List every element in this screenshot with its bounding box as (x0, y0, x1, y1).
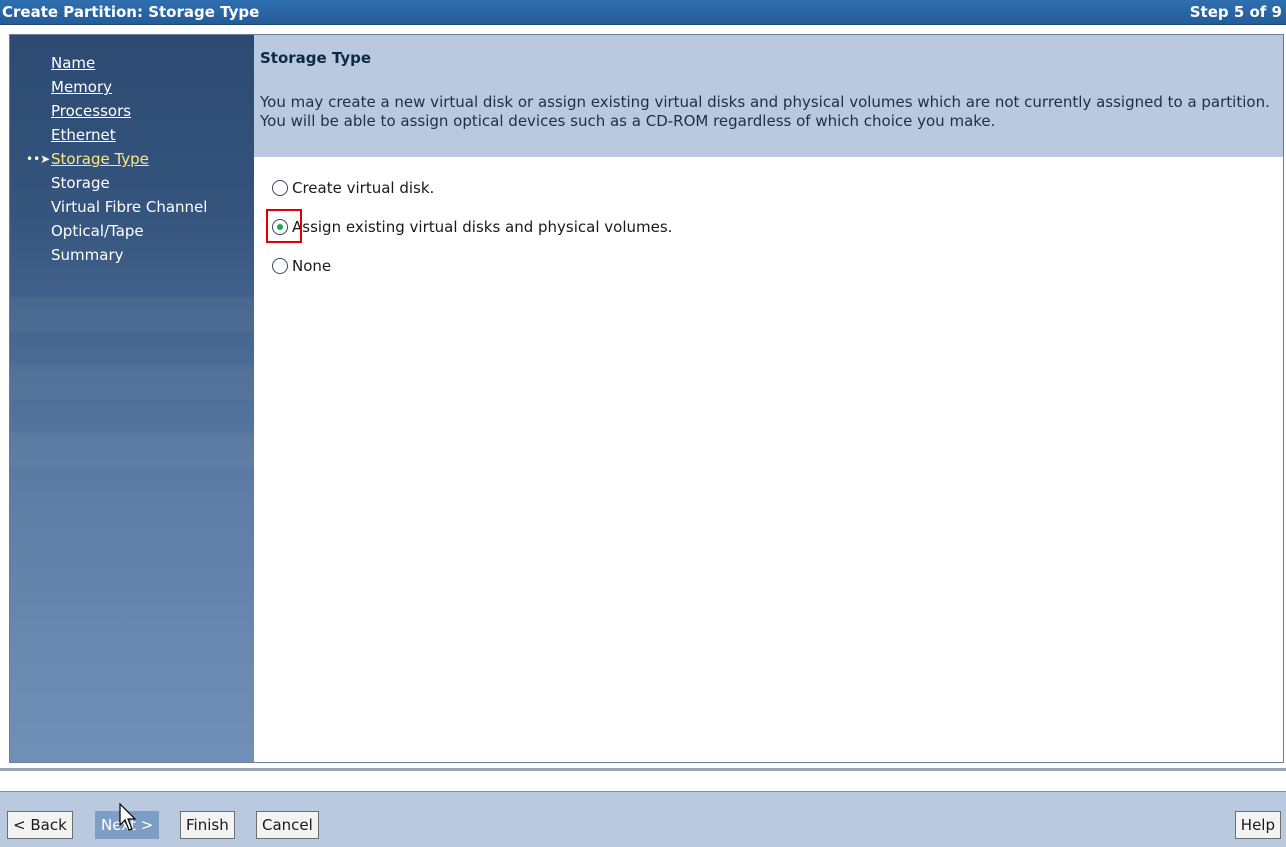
finish-button[interactable]: Finish (180, 811, 235, 839)
window-title: Create Partition: Storage Type (2, 3, 260, 21)
option-label[interactable]: Create virtual disk. (292, 179, 434, 197)
highlight-box (266, 209, 302, 243)
nav-link-processors[interactable]: Processors (51, 102, 131, 120)
radio-create-virtual-disk[interactable] (272, 180, 288, 196)
page-title: Storage Type (260, 49, 372, 67)
wizard-nav: Name Memory Processors Ethernet ••➤ Stor… (10, 35, 254, 762)
nav-item-name[interactable]: Name (10, 51, 207, 75)
page-description: You may create a new virtual disk or ass… (260, 93, 1270, 130)
help-button[interactable]: Help (1234, 811, 1281, 839)
nav-item-storage: Storage (10, 171, 207, 195)
wizard-frame: Name Memory Processors Ethernet ••➤ Stor… (9, 34, 1284, 763)
nav-label-optical-tape: Optical/Tape (51, 222, 144, 240)
nav-item-storage-type[interactable]: ••➤ Storage Type (10, 147, 207, 171)
nav-item-memory[interactable]: Memory (10, 75, 207, 99)
nav-item-processors[interactable]: Processors (10, 99, 207, 123)
nav-link-memory[interactable]: Memory (51, 78, 112, 96)
option-none[interactable]: None (272, 255, 331, 277)
nav-item-summary: Summary (10, 243, 207, 267)
step-indicator: Step 5 of 9 (1189, 3, 1282, 21)
dotted-arrow-icon: ••➤ (26, 152, 51, 166)
nav-label-virtual-fibre-channel: Virtual Fibre Channel (51, 198, 208, 216)
nav-band (10, 297, 254, 331)
option-create-virtual-disk[interactable]: Create virtual disk. (272, 177, 434, 199)
main-content: Storage Type You may create a new virtua… (254, 35, 1283, 762)
nav-link-storage-type[interactable]: Storage Type (51, 150, 149, 168)
nav-link-ethernet[interactable]: Ethernet (51, 126, 116, 144)
option-assign-existing[interactable]: Assign existing virtual disks and physic… (266, 209, 672, 243)
button-bar: < Back Next > Finish Cancel Help (0, 791, 1286, 847)
nav-label-storage: Storage (51, 174, 110, 192)
back-button[interactable]: < Back (7, 811, 73, 839)
window-titlebar: Create Partition: Storage Type Step 5 of… (0, 0, 1286, 25)
page-header: Storage Type You may create a new virtua… (254, 35, 1283, 157)
mouse-cursor-icon (119, 803, 137, 831)
nav-band (10, 365, 254, 399)
radio-none[interactable] (272, 258, 288, 274)
nav-item-optical-tape: Optical/Tape (10, 219, 207, 243)
nav-label-summary: Summary (51, 246, 124, 264)
nav-band (10, 433, 254, 467)
cancel-button[interactable]: Cancel (256, 811, 319, 839)
option-label[interactable]: None (292, 257, 331, 275)
nav-item-ethernet[interactable]: Ethernet (10, 123, 207, 147)
option-label[interactable]: Assign existing virtual disks and physic… (292, 218, 672, 236)
nav-link-name[interactable]: Name (51, 54, 95, 72)
nav-item-virtual-fibre-channel: Virtual Fibre Channel (10, 195, 207, 219)
